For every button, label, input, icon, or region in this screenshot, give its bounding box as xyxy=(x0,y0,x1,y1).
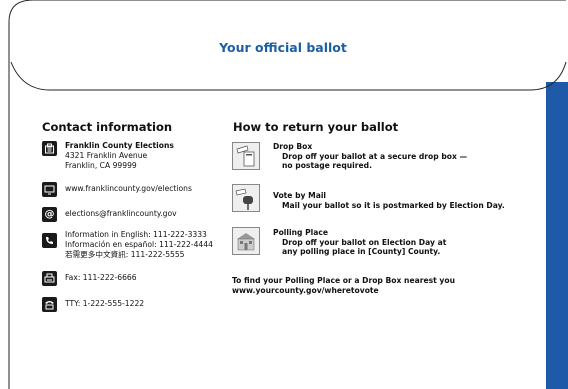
return-heading: How to return your ballot xyxy=(233,120,399,134)
at-sign-icon: @ xyxy=(42,207,57,222)
address-line2: Franklin, CA 99999 xyxy=(65,160,137,170)
option-drop-box: Drop Box Drop off your ballot at a secur… xyxy=(273,142,467,171)
option-polling-place: Polling Place Drop off your ballot on El… xyxy=(273,228,446,257)
monitor-icon xyxy=(42,182,57,197)
tty-icon xyxy=(42,297,57,312)
phone-row: Information in English: 111-222-3333 Inf… xyxy=(42,230,213,259)
contact-heading: Contact information xyxy=(42,120,173,134)
fax-number: Fax: 111-222-6666 xyxy=(65,273,137,282)
mailbox-icon xyxy=(232,184,260,212)
phone-spanish[interactable]: Información en español: 111-222-4444 xyxy=(65,240,213,249)
option-mail-title: Vote by Mail xyxy=(273,191,327,200)
phone-block: Information in English: 111-222-3333 Inf… xyxy=(65,230,213,259)
phone-english[interactable]: Information in English: 111-222-3333 xyxy=(65,230,207,239)
website-link[interactable]: www.franklincounty.gov/elections xyxy=(65,184,192,194)
phone-icon xyxy=(42,233,57,248)
phone-chinese[interactable]: 若需更多中文資訊: 111-222-5555 xyxy=(65,250,185,259)
drop-box-icon xyxy=(232,142,260,170)
address-block: Franklin County Elections 4321 Franklin … xyxy=(65,141,174,170)
where-to-vote-note: To find your Polling Place or a Drop Box… xyxy=(232,276,455,295)
fax-row: Fax: 111-222-6666 xyxy=(42,271,137,286)
ballot-title: Your official ballot xyxy=(219,40,347,55)
where-to-vote-line1: To find your Polling Place or a Drop Box… xyxy=(232,276,455,285)
fax-icon xyxy=(42,271,57,286)
email-row: @ elections@franklincounty.gov xyxy=(42,207,177,222)
website-row: www.franklincounty.gov/elections xyxy=(42,182,192,197)
option-mail-line1: Mail your ballot so it is postmarked by … xyxy=(282,200,505,210)
option-polling-line2: any polling place in [County] County. xyxy=(282,247,441,257)
polling-place-icon xyxy=(232,227,260,255)
address-row: Franklin County Elections 4321 Franklin … xyxy=(42,141,174,170)
address-line1: 4321 Franklin Avenue xyxy=(65,150,148,160)
ballot-building-icon xyxy=(42,141,57,156)
office-name: Franklin County Elections xyxy=(65,141,174,150)
option-drop-box-line2: no postage required. xyxy=(282,161,372,171)
option-vote-by-mail: Vote by Mail Mail your ballot so it is p… xyxy=(273,191,505,210)
option-drop-box-line1: Drop off your ballot at a secure drop bo… xyxy=(282,151,468,161)
where-to-vote-link[interactable]: www.yourcounty.gov/wheretovote xyxy=(232,286,455,296)
tty-row: TTY: 1-222-555-1222 xyxy=(42,297,144,312)
option-polling-line1: Drop off your ballot on Election Day at xyxy=(282,237,447,247)
tty-number: TTY: 1-222-555-1222 xyxy=(65,299,145,308)
email-link[interactable]: elections@franklincounty.gov xyxy=(65,209,177,219)
option-polling-title: Polling Place xyxy=(273,228,329,237)
option-drop-box-title: Drop Box xyxy=(273,142,313,151)
